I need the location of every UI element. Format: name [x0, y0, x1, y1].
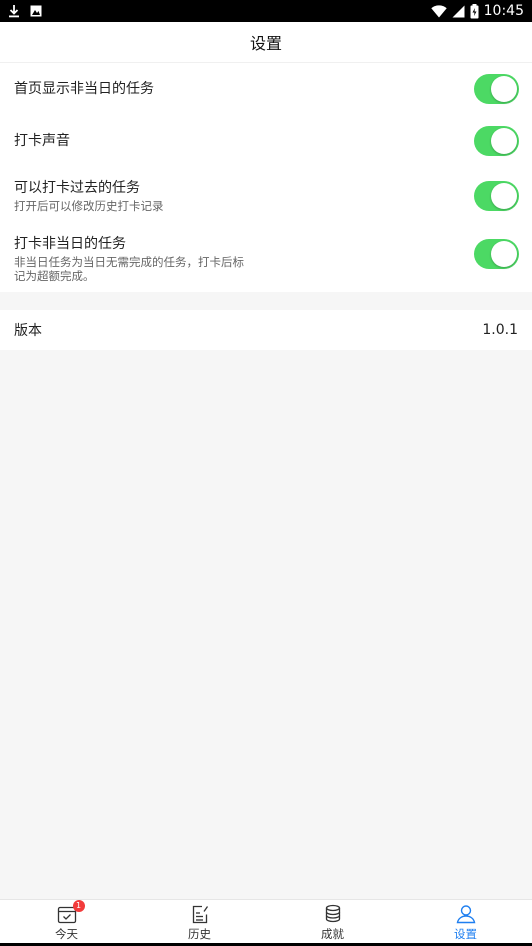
setting-row-checkin-sound: 打卡声音	[0, 115, 532, 167]
setting-description-line1: 非当日任务为当日无需完成的任务，打卡后标	[14, 254, 244, 269]
calendar-check-icon: 1	[56, 899, 85, 925]
checkin-non-today-toggle[interactable]	[474, 239, 519, 269]
toggle-knob	[491, 183, 517, 209]
download-icon	[8, 4, 20, 18]
version-row: 版本 1.0.1	[0, 310, 532, 350]
battery-icon	[470, 3, 479, 19]
setting-label: 打卡声音	[14, 133, 70, 149]
setting-description: 打开后可以修改历史打卡记录	[14, 199, 164, 213]
page-title: 设置	[249, 34, 282, 53]
setting-row-checkin-non-today: 打卡非当日的任务 非当日任务为当日无需完成的任务，打卡后标 记为超额完成。	[0, 225, 532, 292]
edit-document-icon	[189, 903, 211, 925]
tab-label: 历史	[188, 926, 211, 941]
page-header: 设置	[0, 22, 532, 63]
checkin-sound-toggle[interactable]	[474, 126, 519, 156]
setting-row-show-non-today: 首页显示非当日的任务	[0, 63, 532, 115]
tab-label: 今天	[55, 926, 78, 941]
tab-label: 成就	[321, 926, 344, 941]
status-time: 10:45	[483, 3, 524, 19]
bottom-tab-bar: 1 今天 历史 成就 设置	[0, 899, 532, 943]
setting-label: 首页显示非当日的任务	[14, 81, 154, 97]
toggle-knob	[491, 241, 517, 267]
version-value: 1.0.1	[482, 322, 518, 338]
notification-badge: 1	[72, 899, 85, 912]
setting-label: 可以打卡过去的任务	[14, 180, 140, 196]
wifi-icon	[430, 4, 447, 18]
tab-settings[interactable]: 设置	[399, 900, 532, 944]
tab-today[interactable]: 1 今天	[0, 899, 133, 944]
signal-icon	[452, 5, 465, 18]
tab-achievements[interactable]: 成就	[266, 900, 399, 944]
database-stack-icon	[322, 903, 344, 925]
user-icon	[455, 903, 477, 925]
setting-row-checkin-past: 可以打卡过去的任务 打开后可以修改历史打卡记录	[0, 167, 532, 225]
tab-history[interactable]: 历史	[133, 900, 266, 944]
toggle-knob	[491, 128, 517, 154]
photo-icon	[30, 5, 42, 17]
setting-description-line2: 记为超额完成。	[14, 268, 95, 283]
tab-label: 设置	[454, 926, 477, 941]
setting-label: 打卡非当日的任务	[14, 235, 126, 252]
show-non-today-toggle[interactable]	[474, 74, 519, 104]
status-bar: 10:45	[0, 0, 532, 22]
settings-list: 首页显示非当日的任务 打卡声音 可以打卡过去的任务 打开后可以修改历史打卡记录 …	[0, 63, 532, 292]
version-label: 版本	[14, 323, 42, 339]
toggle-knob	[491, 76, 517, 102]
checkin-past-toggle[interactable]	[474, 181, 519, 211]
